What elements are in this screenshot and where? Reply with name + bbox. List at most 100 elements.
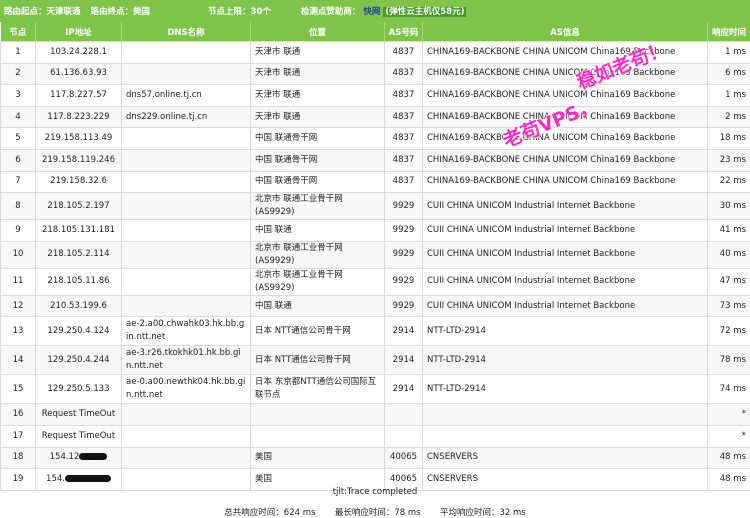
table-row: 4 117.8.223.229 dns229.online.tj.cn 天津市 … xyxy=(0,105,750,129)
time-cell: 6 ms xyxy=(707,62,750,86)
sponsor-label: 检测点赞助商： xyxy=(300,7,361,17)
time-cell: 48 ms xyxy=(707,446,750,470)
time-cell: 40 ms xyxy=(707,240,750,269)
table-row: 10 218.105.2.114 北京市 联通工业骨干网(AS9929) 992… xyxy=(0,240,750,269)
time-cell: 47 ms xyxy=(707,267,750,296)
response-time-summary: 总共响应时间：624 ms 最长响应时间：78 ms 平均响应时间：32 ms xyxy=(0,506,750,518)
hop-cell: 2 xyxy=(0,62,36,86)
location-cell: 中国 联通 xyxy=(250,294,385,318)
as-info-cell: CHINA169-BACKBONE CHINA UNICOM China169 … xyxy=(422,170,708,194)
table-header-row: 节点 IP地址 DNS名称 位置 AS号码 AS信息 响应时间 xyxy=(0,22,750,42)
as-cell: 4837 xyxy=(384,148,423,172)
as-cell: 4837 xyxy=(384,127,423,150)
time-cell: 72 ms xyxy=(707,316,750,347)
hop-cell: 15 xyxy=(0,374,36,405)
table-row: 2 61.136.63.93 天津市 联通 4837 CHINA169-BACK… xyxy=(0,62,750,86)
table-row: 6 219.158.119.246 中国 联通骨干网 4837 CHINA169… xyxy=(0,148,750,172)
location-cell xyxy=(250,403,385,426)
col-ip: IP地址 xyxy=(35,22,122,42)
ip-cell: 103.24.228.1 xyxy=(35,41,122,64)
ip-cell: 129.250.4.124 xyxy=(35,316,122,347)
time-cell: * xyxy=(707,424,750,448)
hop-cell: 1 xyxy=(0,41,36,64)
dns-cell xyxy=(121,192,251,221)
as-cell: 40065 xyxy=(384,446,423,470)
table-row: 17 Request TimeOut * xyxy=(0,424,750,448)
as-info-cell xyxy=(422,424,708,448)
dns-cell: ae-2.a00.chwahk03.hk.bb.gin.ntt.net xyxy=(121,316,251,347)
hop-cell: 8 xyxy=(0,192,36,221)
as-cell: 2914 xyxy=(384,374,423,405)
ip-cell: 218.105.11.86 xyxy=(35,267,122,296)
ip-cell: 117.8.223.229 xyxy=(35,105,122,129)
hop-cell: 18 xyxy=(0,446,36,470)
sponsor-link[interactable]: 快网 xyxy=(363,7,380,17)
max-time-label: 最长响应时间： xyxy=(334,508,395,518)
location-cell: 日本 东京都NTT通信公司国际互联节点 xyxy=(250,374,385,405)
location-cell xyxy=(250,424,385,448)
dns-cell xyxy=(121,403,251,426)
location-cell: 北京市 联通工业骨干网(AS9929) xyxy=(250,267,385,296)
as-cell: 4837 xyxy=(384,170,423,194)
time-cell: 18 ms xyxy=(707,127,750,150)
ip-cell: 129.250.4.244 xyxy=(35,345,122,376)
as-cell: 4837 xyxy=(384,41,423,64)
dns-cell xyxy=(121,267,251,296)
as-info-cell: CNSERVERS xyxy=(422,446,708,470)
location-cell: 北京市 联通工业骨干网(AS9929) xyxy=(250,192,385,221)
as-cell: 9929 xyxy=(384,240,423,269)
location-cell: 中国 联通骨干网 xyxy=(250,127,385,150)
dns-cell xyxy=(121,148,251,172)
table-row: 9 218.105.131.181 中国 联通 9929 CUII CHINA … xyxy=(0,219,750,242)
ip-cell: 154.12 xyxy=(35,446,122,470)
as-info-cell: NTT-LTD-2914 xyxy=(422,374,708,405)
as-info-cell: CUII CHINA UNICOM Industrial Internet Ba… xyxy=(422,267,708,296)
ip-cell: 219.158.119.246 xyxy=(35,148,122,172)
location-cell: 北京市 联通工业骨干网(AS9929) xyxy=(250,240,385,269)
max-time-value: 78 ms xyxy=(394,508,421,518)
ip-cell: 218.105.2.197 xyxy=(35,192,122,221)
table-row: 16 Request TimeOut * xyxy=(0,403,750,426)
hop-cell: 5 xyxy=(0,127,36,150)
as-cell: 9929 xyxy=(384,294,423,318)
as-info-cell: CUII CHINA UNICOM Industrial Internet Ba… xyxy=(422,219,708,242)
table-row: 14 129.250.4.244 ae-3.r26.tkokhk01.hk.bb… xyxy=(0,345,750,376)
as-info-cell: CUII CHINA UNICOM Industrial Internet Ba… xyxy=(422,240,708,269)
ip-cell: 210.53.199.6 xyxy=(35,294,122,318)
avg-time-value: 32 ms xyxy=(499,508,526,518)
col-as-number: AS号码 xyxy=(384,22,423,42)
redaction-mark xyxy=(64,474,111,482)
as-cell xyxy=(384,424,423,448)
as-info-cell: NTT-LTD-2914 xyxy=(422,345,708,376)
location-cell: 天津市 联通 xyxy=(250,84,385,107)
time-cell: 74 ms xyxy=(707,374,750,405)
location-cell: 日本 NTT通信公司骨干网 xyxy=(250,345,385,376)
as-cell: 9929 xyxy=(384,219,423,242)
as-cell: 9929 xyxy=(384,192,423,221)
table-row: 13 129.250.4.124 ae-2.a00.chwahk03.hk.bb… xyxy=(0,316,750,347)
dns-cell xyxy=(121,127,251,150)
as-info-cell: CUII CHINA UNICOM Industrial Internet Ba… xyxy=(422,294,708,318)
as-info-cell: CHINA169-BACKBONE CHINA UNICOM China169 … xyxy=(422,127,708,150)
sponsor-promo-link[interactable]: (弹性云主机仅58元) xyxy=(383,7,467,17)
as-cell: 4837 xyxy=(384,84,423,107)
hop-cell: 13 xyxy=(0,316,36,347)
dns-cell xyxy=(121,446,251,470)
time-cell: * xyxy=(707,403,750,426)
as-cell: 4837 xyxy=(384,62,423,86)
trace-status: tjlt:Trace completed xyxy=(332,487,418,497)
avg-time-label: 平均响应时间： xyxy=(439,508,500,518)
dest-label: 路由终点：美国 xyxy=(90,7,151,17)
col-dns: DNS名称 xyxy=(121,22,251,42)
location-cell: 天津市 联通 xyxy=(250,105,385,129)
hop-limit: 节点上限：30个 xyxy=(208,5,271,17)
ip-text: 154. xyxy=(46,473,65,484)
table-row: 11 218.105.11.86 北京市 联通工业骨干网(AS9929) 992… xyxy=(0,267,750,296)
location-cell: 中国 联通骨干网 xyxy=(250,148,385,172)
time-cell: 78 ms xyxy=(707,345,750,376)
table-row: 7 219.158.32.6 中国 联通骨干网 4837 CHINA169-BA… xyxy=(0,170,750,194)
time-cell: 2 ms xyxy=(707,105,750,129)
ip-cell: Request TimeOut xyxy=(35,403,122,426)
dns-cell xyxy=(121,62,251,86)
trace-info-bar: 路由起点：天津联通 路由终点：美国 节点上限：30个 检测点赞助商： 快网 (弹… xyxy=(0,0,750,22)
